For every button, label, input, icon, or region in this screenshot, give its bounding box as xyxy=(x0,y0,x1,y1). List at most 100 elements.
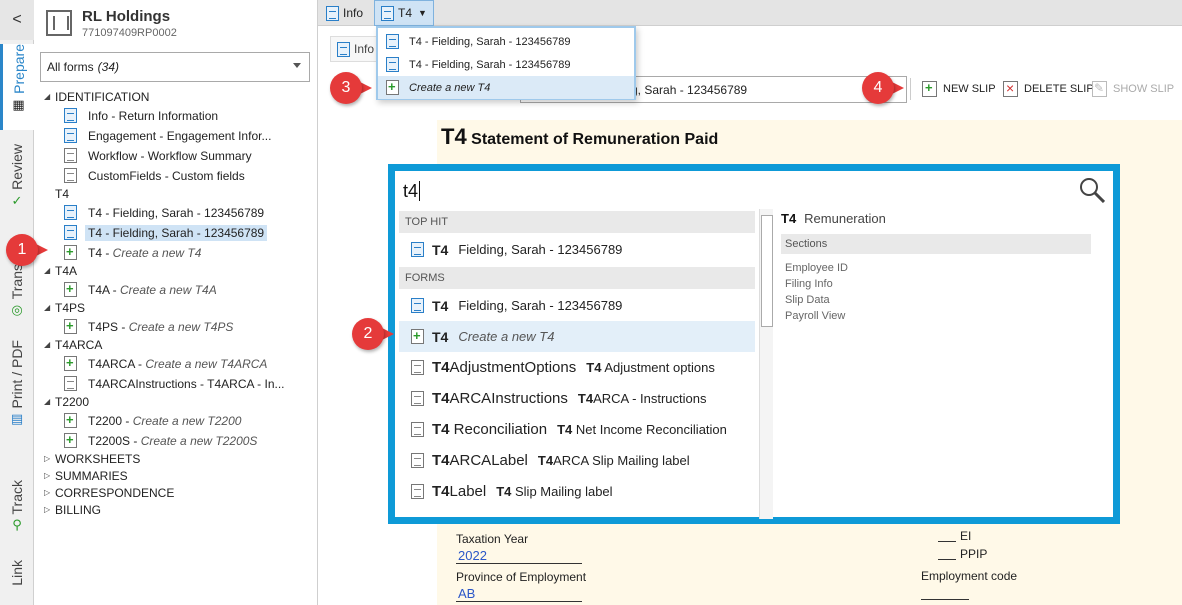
filter-count: (34) xyxy=(97,60,120,74)
triangle-down-icon: ◢ xyxy=(44,303,51,312)
document-icon xyxy=(411,484,424,499)
vtab-review[interactable]: Review ✓ xyxy=(0,144,34,218)
detail-section-item[interactable]: Payroll View xyxy=(781,308,1091,324)
tab-t4[interactable]: T4 ▼ xyxy=(374,0,434,26)
vtab-label: Print / PDF xyxy=(9,340,25,409)
form-title: T4 Statement of Remuneration Paid xyxy=(441,124,719,149)
tree-item-t4-create[interactable]: T4 - Create a new T4 xyxy=(34,243,318,262)
detail-section-item[interactable]: Filing Info xyxy=(781,276,1091,292)
employment-code-label: Employment code xyxy=(921,569,1018,583)
add-form-icon xyxy=(64,355,77,371)
dropdown-item-create-t4[interactable]: Create a new T4 xyxy=(378,76,634,99)
add-form-icon xyxy=(64,412,77,428)
tree-item-t4ps-create[interactable]: T4PS - Create a new T4PS xyxy=(34,317,318,336)
result-top-hit[interactable]: T4 Fielding, Sarah - 123456789 xyxy=(399,234,755,265)
forms-tree-panel: RL Holdings 771097409RP0002 All forms (3… xyxy=(34,0,318,605)
province-field[interactable]: AB xyxy=(456,586,582,602)
result-t4-label[interactable]: T4Label T4 Slip Mailing label xyxy=(399,476,755,507)
scrollbar-thumb[interactable] xyxy=(761,215,773,327)
employment-code-field[interactable] xyxy=(921,586,969,600)
triangle-down-icon: ◢ xyxy=(44,340,51,349)
result-t4-slip[interactable]: T4 Fielding, Sarah - 123456789 xyxy=(399,290,755,321)
taxation-year-label: Taxation Year xyxy=(456,532,529,546)
tree-group-identification[interactable]: ◢ IDENTIFICATION xyxy=(34,87,318,106)
tree-item-customfields[interactable]: CustomFields - Custom fields xyxy=(34,166,318,185)
tree-group-t4[interactable]: T4 xyxy=(34,184,318,203)
ei-checkbox[interactable] xyxy=(938,528,956,542)
triangle-right-icon: ▷ xyxy=(44,471,51,480)
result-create-t4[interactable]: T4Create a new T4 xyxy=(399,321,755,352)
filter-label: All forms xyxy=(47,60,94,74)
document-icon xyxy=(411,391,424,406)
detail-sections-header: Sections xyxy=(781,234,1091,254)
results-scrollbar[interactable] xyxy=(759,209,773,519)
chevron-down-icon xyxy=(293,63,301,68)
detail-section-item[interactable]: Slip Data xyxy=(781,292,1091,308)
form-icon xyxy=(386,34,399,49)
search-input[interactable]: t4 xyxy=(395,171,1113,211)
tree-group-t2200[interactable]: ◢ T2200 xyxy=(34,392,318,411)
triangle-down-icon: ◢ xyxy=(44,397,51,406)
tree-item-engagement[interactable]: Engagement - Engagement Infor... xyxy=(34,126,318,145)
delete-form-icon xyxy=(1003,80,1018,97)
toolbar-separator xyxy=(910,78,911,100)
tab-info[interactable]: Info xyxy=(320,0,369,26)
tree-item-t4a-create[interactable]: T4A - Create a new T4A xyxy=(34,280,318,299)
detail-section-item[interactable]: Employee ID xyxy=(781,260,1091,276)
callout-1: 1 xyxy=(6,234,50,266)
tree-item-t4arca-instructions[interactable]: T4ARCAInstructions - T4ARCA - In... xyxy=(34,374,318,393)
dropdown-item-t4-slip-2[interactable]: T4 - Fielding, Sarah - 123456789 xyxy=(378,53,634,76)
vtab-transmit[interactable]: Trans ◎ xyxy=(0,264,34,320)
document-icon xyxy=(411,453,424,468)
tree-item-info[interactable]: Info - Return Information xyxy=(34,106,318,125)
results-header-forms: FORMS xyxy=(399,267,755,289)
vtab-print-pdf[interactable]: Print / PDF ▤ xyxy=(0,340,34,458)
form-icon xyxy=(386,57,399,72)
triangle-down-icon[interactable]: ▼ xyxy=(418,8,427,18)
add-form-icon xyxy=(922,80,937,97)
forms-filter-select[interactable]: All forms (34) xyxy=(40,52,310,82)
result-t4-adjustment-options[interactable]: T4AdjustmentOptions T4 Adjustment options xyxy=(399,352,755,383)
form-icon xyxy=(64,225,77,240)
tree-item-t4-slip-2[interactable]: T4 - Fielding, Sarah - 123456789 xyxy=(34,223,318,242)
tree-item-t2200-create[interactable]: T2200 - Create a new T2200 xyxy=(34,411,318,430)
tree-item-t2200s-create[interactable]: T2200S - Create a new T2200S xyxy=(34,431,318,450)
collapse-back-button[interactable]: < xyxy=(0,0,34,40)
document-icon xyxy=(411,422,424,437)
form-search-dialog: t4 TOP HIT T4 Fielding, Sarah - 123456789… xyxy=(388,164,1120,524)
tree-item-t4-slip-1[interactable]: T4 - Fielding, Sarah - 123456789 xyxy=(34,203,318,222)
add-form-icon xyxy=(64,318,77,334)
vtab-prepare[interactable]: Prepare ▦ xyxy=(0,44,34,130)
vtab-label: Review xyxy=(9,144,25,190)
dropdown-item-t4-slip-1[interactable]: T4 - Fielding, Sarah - 123456789 xyxy=(378,30,634,53)
callout-2: 2 xyxy=(352,318,396,350)
result-t4-reconciliation[interactable]: T4 Reconciliation T4 Net Income Reconcili… xyxy=(399,414,755,445)
building-icon xyxy=(46,10,72,36)
search-results-list: TOP HIT T4 Fielding, Sarah - 123456789 FO… xyxy=(399,211,755,519)
vtab-label: Link xyxy=(9,560,25,586)
delete-slip-button[interactable]: DELETE SLIP xyxy=(1003,78,1094,100)
ppip-checkbox[interactable] xyxy=(938,546,956,560)
tree-group-t4arca[interactable]: ◢ T4ARCA xyxy=(34,335,318,354)
tree-item-t4arca-create[interactable]: T4ARCA - Create a new T4ARCA xyxy=(34,354,318,373)
tree-group-t4ps[interactable]: ◢ T4PS xyxy=(34,298,318,317)
triangle-right-icon: ▷ xyxy=(44,488,51,497)
vtab-link[interactable]: Link xyxy=(0,560,34,604)
vtab-track[interactable]: Track ⚲ xyxy=(0,480,34,542)
form-icon xyxy=(64,205,77,220)
show-slip-button[interactable]: SHOW SLIP xyxy=(1092,78,1174,100)
results-header-top-hit: TOP HIT xyxy=(399,211,755,233)
result-t4arca-instructions[interactable]: T4ARCAInstructions T4ARCA - Instructions xyxy=(399,383,755,414)
tree-group-billing[interactable]: ▷ BILLING xyxy=(34,500,318,519)
client-header: RL Holdings 771097409RP0002 xyxy=(46,6,177,40)
new-slip-button[interactable]: NEW SLIP xyxy=(922,78,996,100)
add-form-icon xyxy=(64,244,77,260)
track-icon: ⚲ xyxy=(12,517,22,533)
result-t4arca-label[interactable]: T4ARCALabel T4ARCA Slip Mailing label xyxy=(399,445,755,476)
vtab-label: Track xyxy=(9,480,25,515)
show-slip-icon xyxy=(1092,81,1107,97)
taxation-year-field[interactable]: 2022 xyxy=(456,548,582,564)
subtab-info[interactable]: Info xyxy=(330,36,382,62)
tree-group-t4a[interactable]: ◢ T4A xyxy=(34,261,318,280)
tree-item-workflow[interactable]: Workflow - Workflow Summary xyxy=(34,146,318,165)
